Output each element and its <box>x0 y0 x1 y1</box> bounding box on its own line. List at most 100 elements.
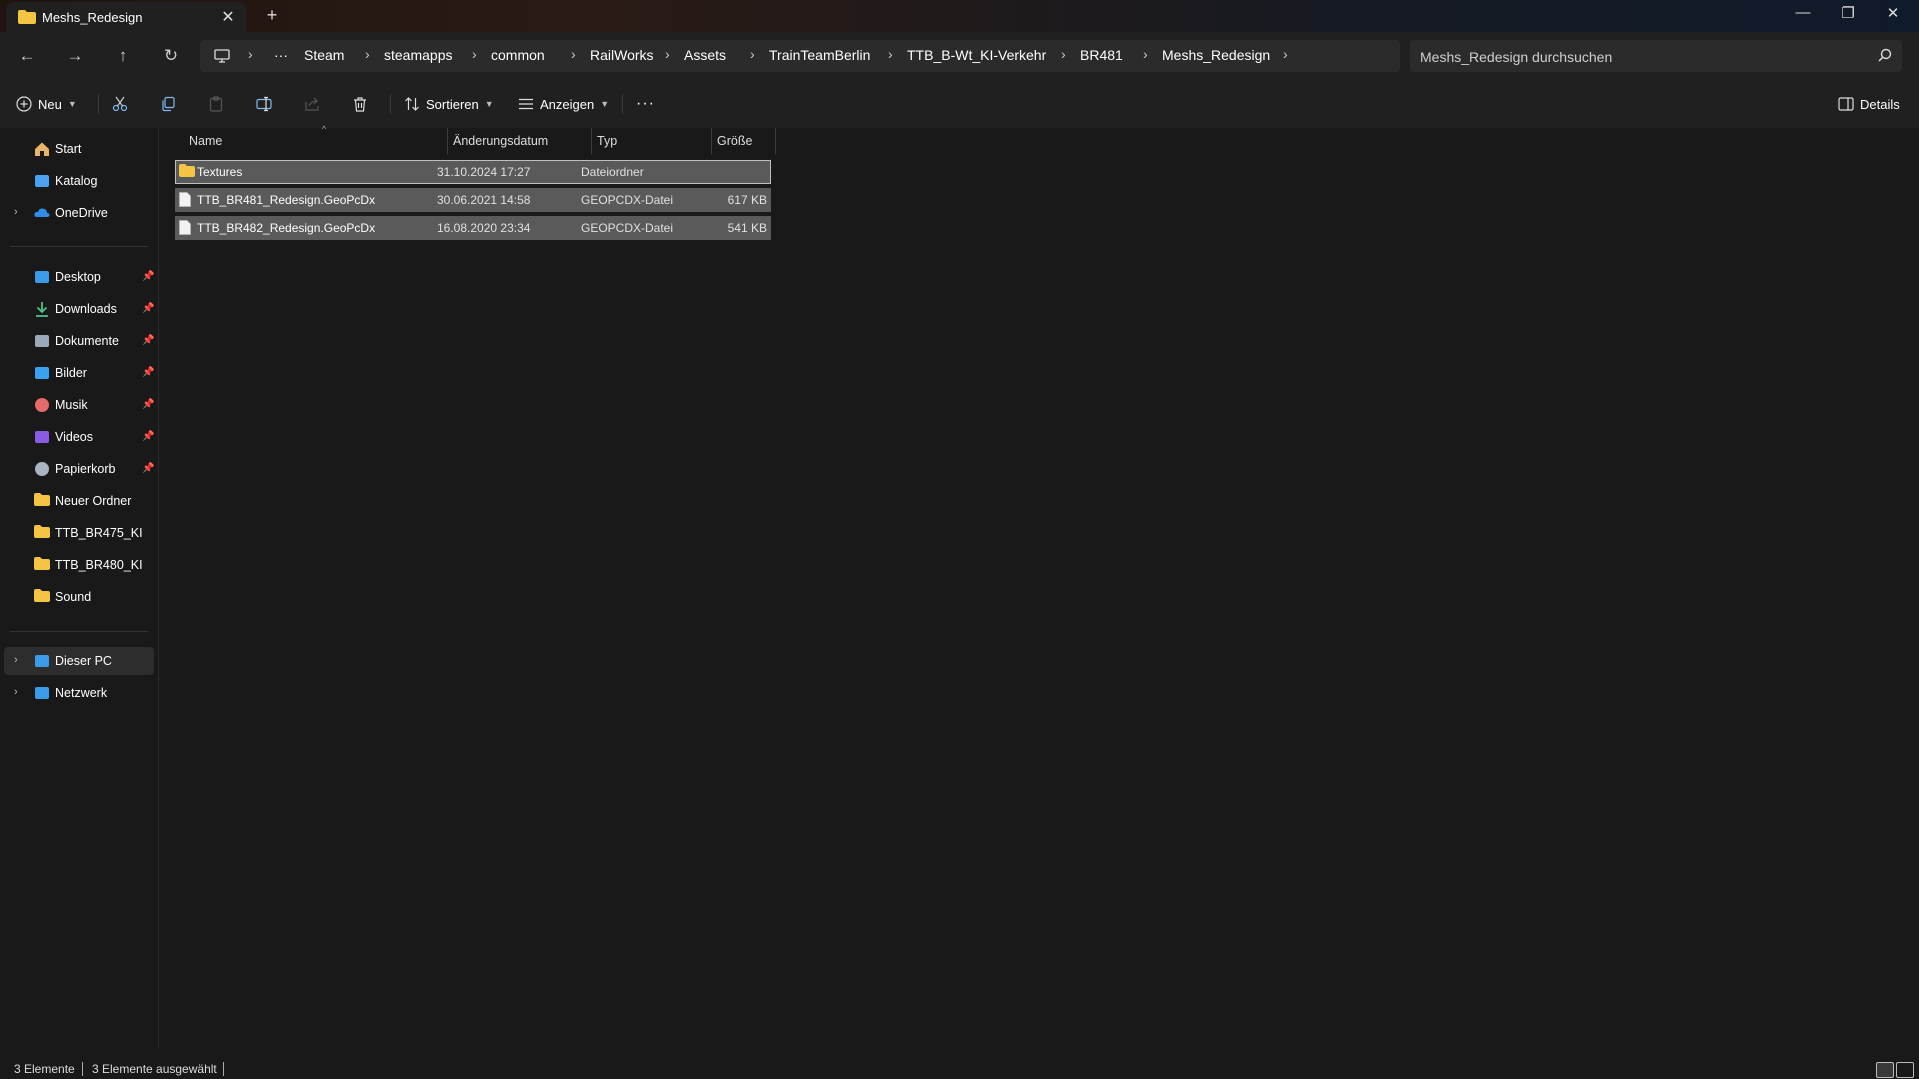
sidebar-item-downloads[interactable]: Downloads 📌 <box>4 295 154 323</box>
sidebar-divider <box>10 631 148 632</box>
row-icon-wrap <box>179 192 191 210</box>
table-row[interactable]: TTB_BR481_Redesign.GeoPcDx 30.06.2021 14:… <box>175 188 771 212</box>
sidebar-icon-wrap <box>34 269 50 285</box>
back-button[interactable]: ← <box>12 43 42 69</box>
refresh-button[interactable]: ↻ <box>156 43 186 69</box>
sidebar-item-dieser-pc[interactable]: › Dieser PC <box>4 647 154 675</box>
command-bar: Neu ▼ Sortieren ▼ Anzeigen ▼ ··· Details <box>0 80 1919 129</box>
new-tab-button[interactable]: + <box>262 5 282 26</box>
file-type: GEOPCDX-Datei <box>581 193 674 207</box>
breadcrumb-br481[interactable]: BR481 <box>1080 47 1123 63</box>
file-date: 16.08.2020 23:34 <box>437 221 531 235</box>
pin-icon[interactable]: 📌 <box>142 399 154 410</box>
breadcrumb-assets[interactable]: Assets <box>684 47 726 63</box>
search-box[interactable] <box>1410 40 1902 72</box>
folder-icon <box>34 493 50 506</box>
pin-icon[interactable]: 📌 <box>142 303 154 314</box>
pin-icon[interactable]: 📌 <box>142 271 154 282</box>
sort-button[interactable]: Sortieren ▼ <box>404 92 494 116</box>
breadcrumb-steamapps[interactable]: steamapps <box>384 47 452 63</box>
large-icons-view-icon[interactable] <box>1896 1062 1914 1078</box>
details-pane-button[interactable]: Details <box>1838 92 1900 116</box>
breadcrumb-separator[interactable]: › <box>750 46 755 62</box>
sidebar-item-bilder[interactable]: Bilder 📌 <box>4 359 154 387</box>
breadcrumb-separator[interactable]: › <box>1283 46 1288 62</box>
forward-button[interactable]: → <box>60 43 90 69</box>
breadcrumb-separator[interactable]: › <box>665 46 670 62</box>
sidebar-item-label: Bilder <box>55 366 87 380</box>
sidebar-item-neuer-ordner[interactable]: Neuer Ordner <box>4 487 154 515</box>
recycle-bin-icon <box>35 462 49 476</box>
sidebar-item-katalog[interactable]: Katalog <box>4 167 154 195</box>
cut-button[interactable] <box>112 92 128 116</box>
copy-button[interactable] <box>160 92 176 116</box>
sidebar-item-netzwerk[interactable]: › Netzwerk <box>4 679 154 707</box>
column-divider[interactable] <box>591 128 592 154</box>
maximize-button[interactable]: ❐ <box>1828 4 1868 26</box>
expand-chevron-icon[interactable]: › <box>14 206 18 218</box>
sidebar-item-sound[interactable]: Sound <box>4 583 154 611</box>
sidebar-item-papierkorb[interactable]: Papierkorb 📌 <box>4 455 154 483</box>
breadcrumb-trainteamberlin[interactable]: TrainTeamBerlin <box>769 47 870 63</box>
column-divider[interactable] <box>447 128 448 154</box>
more-options-button[interactable]: ··· <box>636 92 655 116</box>
pin-icon[interactable]: 📌 <box>142 335 154 346</box>
sidebar-item-start[interactable]: Start <box>4 135 154 163</box>
expand-chevron-icon[interactable]: › <box>14 686 18 698</box>
new-button[interactable]: Neu ▼ <box>16 92 77 116</box>
rename-button[interactable] <box>256 92 272 116</box>
pictures-icon <box>35 367 49 379</box>
breadcrumb-steam[interactable]: Steam <box>304 47 344 63</box>
sidebar-divider <box>10 246 148 247</box>
breadcrumb-separator[interactable]: › <box>365 46 370 62</box>
paste-button[interactable] <box>208 92 224 116</box>
up-button[interactable]: ↑ <box>108 43 138 69</box>
file-icon <box>179 192 191 207</box>
sidebar-item-label: Sound <box>55 590 92 604</box>
sidebar-item-ttb-br480-ki[interactable]: TTB_BR480_KI <box>4 551 154 579</box>
column-header-type[interactable]: Typ <box>597 134 617 148</box>
sidebar-icon-wrap <box>34 653 50 669</box>
breadcrumb-separator[interactable]: › <box>571 46 576 62</box>
search-input[interactable] <box>1418 44 1862 70</box>
view-button[interactable]: Anzeigen ▼ <box>518 92 609 116</box>
sidebar-item-desktop[interactable]: Desktop 📌 <box>4 263 154 291</box>
pc-icon <box>35 655 49 667</box>
tab-close-button[interactable]: ✕ <box>218 7 238 27</box>
column-header-size[interactable]: Größe <box>717 134 752 148</box>
sidebar-item-dokumente[interactable]: Dokumente 📌 <box>4 327 154 355</box>
sidebar-item-ttb-br475-ki[interactable]: TTB_BR475_KI <box>4 519 154 547</box>
column-divider[interactable] <box>711 128 712 154</box>
breadcrumb-separator[interactable]: › <box>472 46 477 62</box>
pin-icon[interactable]: 📌 <box>142 431 154 442</box>
sidebar-item-onedrive[interactable]: › OneDrive <box>4 199 154 227</box>
breadcrumb-separator[interactable]: › <box>1061 46 1066 62</box>
table-row[interactable]: Textures 31.10.2024 17:27 Dateiordner <box>175 160 771 184</box>
sidebar-item-musik[interactable]: Musik 📌 <box>4 391 154 419</box>
pin-icon[interactable]: 📌 <box>142 367 154 378</box>
delete-button[interactable] <box>352 92 368 116</box>
breadcrumb-ttb-b-wt-ki-verkehr[interactable]: TTB_B-Wt_KI-Verkehr <box>907 47 1046 63</box>
close-window-button[interactable]: ✕ <box>1873 4 1913 26</box>
tab-meshs-redesign[interactable]: Meshs_Redesign ✕ <box>6 2 246 32</box>
sidebar-item-label: Katalog <box>55 174 98 188</box>
sidebar-item-videos[interactable]: Videos 📌 <box>4 423 154 451</box>
breadcrumb-meshs-redesign[interactable]: Meshs_Redesign <box>1162 47 1270 63</box>
pin-icon[interactable]: 📌 <box>142 463 154 474</box>
sidebar-icon-wrap <box>34 429 50 445</box>
breadcrumb-more[interactable]: ··· <box>274 47 288 63</box>
table-row[interactable]: TTB_BR482_Redesign.GeoPcDx 16.08.2020 23:… <box>175 216 771 240</box>
share-button[interactable] <box>304 92 320 116</box>
column-divider[interactable] <box>775 128 776 154</box>
minimize-button[interactable]: — <box>1783 4 1823 26</box>
details-view-icon[interactable] <box>1876 1062 1894 1078</box>
breadcrumb-separator[interactable]: › <box>888 46 893 62</box>
column-header-name[interactable]: Name <box>189 134 222 148</box>
expand-chevron-icon[interactable]: › <box>14 654 18 666</box>
breadcrumb-railworks[interactable]: RailWorks <box>590 47 654 63</box>
address-bar[interactable]: › ··· Steam › steamapps › common › RailWorks › A… <box>200 40 1400 72</box>
folder-icon <box>18 10 36 24</box>
breadcrumb-separator[interactable]: › <box>1143 46 1148 62</box>
column-header-date[interactable]: Änderungsdatum <box>453 134 548 148</box>
breadcrumb-common[interactable]: common <box>491 47 545 63</box>
